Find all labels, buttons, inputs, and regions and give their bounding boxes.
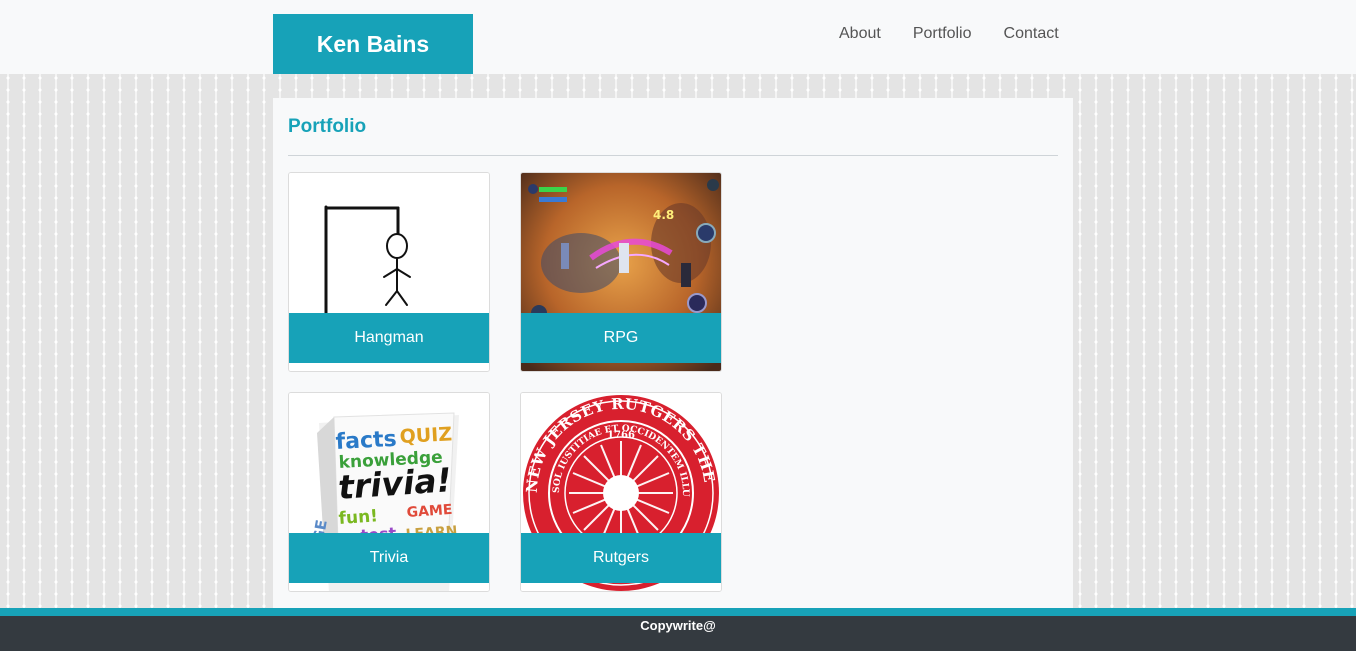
portfolio-card-trivia[interactable]: facts QUIZ knowledge trivia! fun! GAME t…: [288, 392, 490, 592]
card-label: Trivia: [289, 533, 489, 583]
portfolio-card-rutgers[interactable]: NEW JERSEY RUTGERS THE STATE SOL IUSTITI…: [520, 392, 722, 592]
svg-text:QUIZ: QUIZ: [399, 423, 453, 448]
card-label: Hangman: [289, 313, 489, 363]
svg-text:GAME: GAME: [406, 502, 453, 521]
nav-about-link[interactable]: About: [839, 24, 881, 44]
nav-links: About Portfolio Contact: [839, 24, 1091, 44]
title-divider: [288, 155, 1058, 156]
svg-text:4.8: 4.8: [653, 208, 674, 222]
navbar: Ken Bains About Portfolio Contact: [0, 0, 1356, 74]
card-label: Rutgers: [521, 533, 721, 583]
portfolio-card-hangman[interactable]: Hangman: [288, 172, 490, 372]
portfolio-title: Portfolio: [288, 116, 367, 137]
nav-portfolio-link[interactable]: Portfolio: [913, 24, 972, 44]
seal-year: 1766: [607, 430, 635, 441]
nav-contact-link[interactable]: Contact: [1004, 24, 1059, 44]
brand-logo[interactable]: Ken Bains: [273, 14, 473, 74]
portfolio-card-rpg[interactable]: 4.8 RPG: [520, 172, 722, 372]
svg-text:trivia!: trivia!: [337, 460, 453, 507]
card-label: RPG: [521, 313, 721, 363]
footer-text: Copywrite@: [640, 618, 716, 633]
footer: Copywrite@: [0, 608, 1356, 651]
